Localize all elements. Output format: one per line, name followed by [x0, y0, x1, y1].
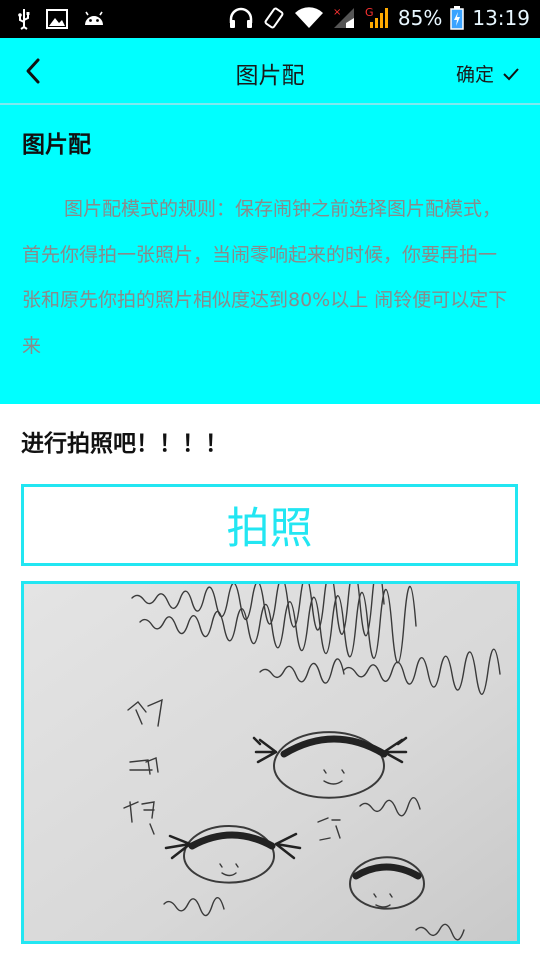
- rule-heading: 图片配: [22, 132, 91, 158]
- battery-percent: 85%: [397, 6, 443, 30]
- usb-icon: [16, 8, 32, 30]
- confirm-label: 确定: [455, 64, 494, 86]
- network-badge: G: [365, 6, 374, 19]
- signal-icon: ×: [332, 6, 356, 30]
- wifi-icon: [294, 7, 324, 29]
- svg-text:×: ×: [333, 7, 341, 18]
- status-bar-right: × G 85% 13:19: [228, 6, 530, 30]
- headphones-icon: [228, 7, 254, 29]
- rotate-icon: [262, 6, 286, 30]
- status-bar: × G 85% 13:19: [0, 0, 540, 38]
- image-icon: [46, 9, 68, 29]
- rule-panel: 图片配 图片配模式的规则：保存闹钟之前选择图片配模式，首先你得拍一张照片，当闹零…: [0, 105, 540, 404]
- status-bar-left: [16, 8, 106, 30]
- clock: 13:19: [472, 6, 530, 30]
- battery-icon: [450, 6, 465, 30]
- rule-description: 图片配模式的规则：保存闹钟之前选择图片配模式，首先你得拍一张照片，当闹零响起来的…: [22, 198, 508, 357]
- android-icon: [82, 10, 106, 28]
- app-bar: 图片配 确定: [0, 38, 540, 104]
- photo-of-hand-drawn-sketch: [24, 584, 517, 941]
- confirm-button[interactable]: 确定: [456, 60, 520, 87]
- check-icon: [503, 67, 519, 80]
- photo-prompt: 进行拍照吧！！！！: [21, 431, 228, 457]
- take-photo-button[interactable]: 拍照: [21, 484, 518, 566]
- photo-preview: [21, 581, 520, 944]
- signal-icon: G: [364, 6, 390, 30]
